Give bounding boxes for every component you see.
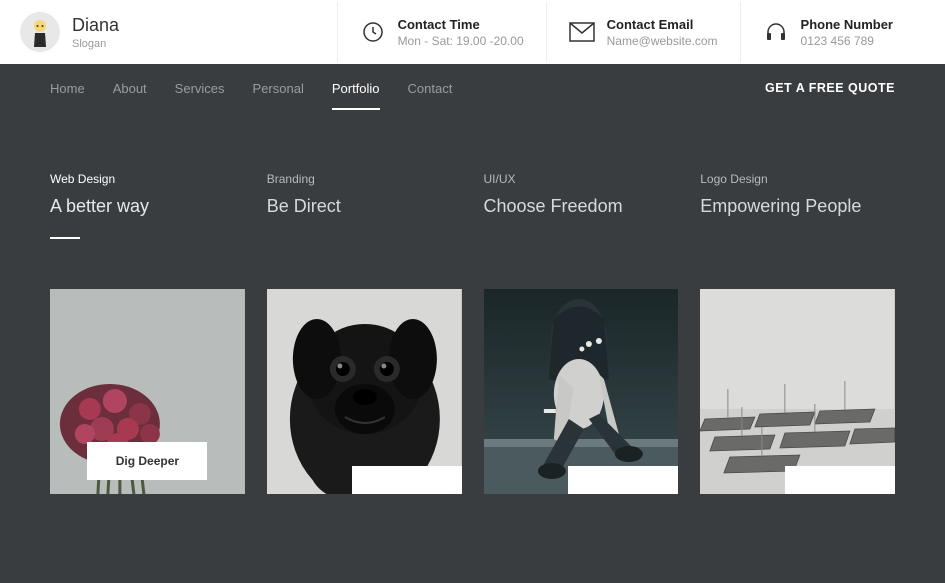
category-logo-design[interactable]: Logo Design Empowering People xyxy=(700,172,895,239)
category-title: Be Direct xyxy=(267,196,462,217)
get-quote-button[interactable]: GET A FREE QUOTE xyxy=(765,81,895,95)
card-tag xyxy=(352,466,462,494)
brand[interactable]: Diana Slogan xyxy=(20,12,337,52)
avatar xyxy=(20,12,60,52)
portfolio-section: Web Design A better way Branding Be Dire… xyxy=(0,112,945,583)
category-underline xyxy=(50,237,80,239)
contact-time-value: Mon - Sat: 19.00 -20.00 xyxy=(398,34,524,48)
card-image-person xyxy=(484,289,679,494)
contact-phone: Phone Number 0123 456 789 xyxy=(740,2,915,62)
category-label: Logo Design xyxy=(700,172,895,186)
nav-portfolio[interactable]: Portfolio xyxy=(332,67,380,110)
brand-slogan: Slogan xyxy=(72,38,119,50)
category-label: UI/UX xyxy=(484,172,679,186)
nav-home[interactable]: Home xyxy=(50,67,85,110)
category-title: A better way xyxy=(50,196,245,217)
nav-links: Home About Services Personal Portfolio C… xyxy=(50,67,452,110)
card-tag: Dig Deeper xyxy=(87,442,207,480)
main-nav: Home About Services Personal Portfolio C… xyxy=(0,64,945,112)
brand-name: Diana xyxy=(72,15,119,36)
category-uiux[interactable]: UI/UX Choose Freedom xyxy=(484,172,679,239)
category-label: Branding xyxy=(267,172,462,186)
nav-contact[interactable]: Contact xyxy=(408,67,453,110)
card-image-boats xyxy=(700,289,895,494)
card-tag xyxy=(785,466,895,494)
portfolio-card[interactable] xyxy=(267,289,462,494)
contact-time: Contact Time Mon - Sat: 19.00 -20.00 xyxy=(337,2,546,62)
contact-time-label: Contact Time xyxy=(398,17,524,32)
category-label: Web Design xyxy=(50,172,245,186)
category-title: Empowering People xyxy=(700,196,895,217)
card-image-dog xyxy=(267,289,462,494)
contact-email-value: Name@website.com xyxy=(607,34,718,48)
headphones-icon xyxy=(763,19,789,45)
card-tag xyxy=(568,466,678,494)
nav-personal[interactable]: Personal xyxy=(253,67,304,110)
portfolio-card[interactable] xyxy=(484,289,679,494)
contact-email: Contact Email Name@website.com xyxy=(546,2,740,62)
contact-phone-label: Phone Number xyxy=(801,17,893,32)
portfolio-card[interactable]: Dig Deeper xyxy=(50,289,245,494)
category-row: Web Design A better way Branding Be Dire… xyxy=(50,172,895,239)
portfolio-cards: Dig Deeper xyxy=(50,289,895,494)
mail-icon xyxy=(569,19,595,45)
contact-email-label: Contact Email xyxy=(607,17,718,32)
top-header: Diana Slogan Contact Time Mon - Sat: 19.… xyxy=(0,0,945,64)
category-web-design[interactable]: Web Design A better way xyxy=(50,172,245,239)
portfolio-card[interactable] xyxy=(700,289,895,494)
category-branding[interactable]: Branding Be Direct xyxy=(267,172,462,239)
clock-icon xyxy=(360,19,386,45)
nav-services[interactable]: Services xyxy=(175,67,225,110)
contact-phone-value: 0123 456 789 xyxy=(801,34,893,48)
brand-text: Diana Slogan xyxy=(72,15,119,50)
category-title: Choose Freedom xyxy=(484,196,679,217)
nav-about[interactable]: About xyxy=(113,67,147,110)
